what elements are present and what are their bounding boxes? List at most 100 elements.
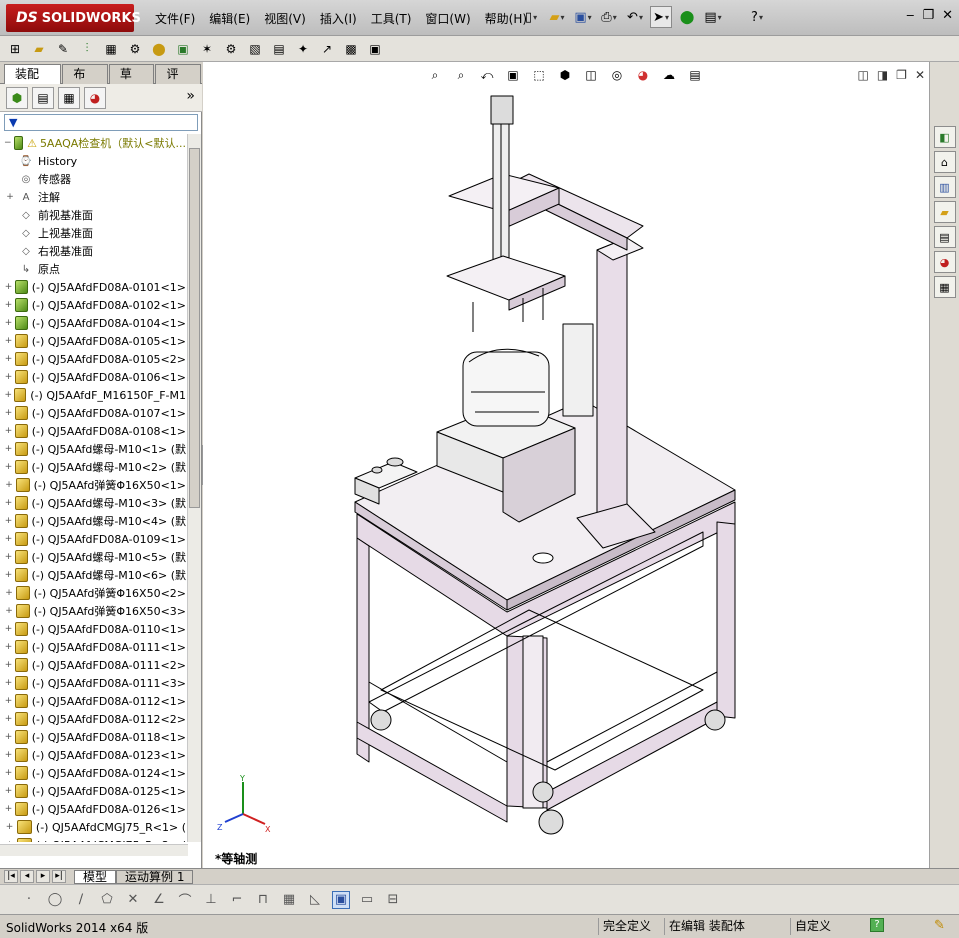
- smart-fasteners-icon[interactable]: ⚙: [126, 40, 144, 58]
- tree-item[interactable]: + (-) QJ5AAfdFD08A-0123<1>: [0, 746, 186, 764]
- tab-3[interactable]: 评估: [155, 64, 202, 99]
- status-units[interactable]: 自定义: [790, 918, 831, 935]
- home-icon[interactable]: ⌂: [933, 151, 956, 173]
- rebuild-icon[interactable]: ⬤: [676, 6, 698, 28]
- tree-vertical-scrollbar[interactable]: [187, 134, 201, 842]
- tree-item[interactable]: + (-) QJ5AAfdFD08A-0111<1>: [0, 638, 186, 656]
- bill-of-materials-icon[interactable]: ▤: [270, 40, 288, 58]
- tree-item[interactable]: + (-) QJ5AAfdFD08A-0102<1>: [0, 296, 186, 314]
- tree-item[interactable]: + (-) QJ5AAfd螺母-M10<2> (默: [0, 458, 186, 476]
- instant3d-icon[interactable]: ↗: [318, 40, 336, 58]
- tree-item[interactable]: + (-) QJ5AAfdCMGJ75_R<1> (: [0, 818, 186, 836]
- assembly-model[interactable]: [203, 62, 929, 868]
- tree-item[interactable]: ◇ 前视基准面: [0, 206, 186, 224]
- reference-geometry-icon[interactable]: ⚙: [222, 40, 240, 58]
- expand-toggle[interactable]: +: [4, 192, 16, 202]
- circle-icon[interactable]: ◯: [46, 891, 64, 909]
- tree-root[interactable]: − ⚠ 5AAQA检查机（默认<默认...: [0, 134, 186, 152]
- tree-item[interactable]: + A 注解: [0, 188, 186, 206]
- save-icon[interactable]: ▣: [572, 6, 594, 28]
- expand-toggle[interactable]: +: [4, 534, 13, 544]
- expand-toggle[interactable]: +: [4, 408, 13, 418]
- tree-filter-input[interactable]: ▼: [4, 114, 198, 131]
- prev-tab-icon[interactable]: ◂: [20, 870, 34, 883]
- corner-icon[interactable]: ⌐: [228, 891, 246, 909]
- expand-toggle[interactable]: +: [4, 840, 15, 842]
- pattern-icon[interactable]: ▦: [102, 40, 120, 58]
- restore-icon[interactable]: ❐: [922, 8, 934, 23]
- tree-item[interactable]: + (-) QJ5AAfd螺母-M10<6> (默: [0, 566, 186, 584]
- expand-toggle[interactable]: +: [4, 804, 13, 814]
- two-view-icon[interactable]: ⊟: [384, 891, 402, 909]
- first-tab-icon[interactable]: |◂: [4, 870, 18, 883]
- shaded-view-icon[interactable]: ▣: [332, 890, 350, 909]
- edit-pencil-icon[interactable]: ✎: [934, 918, 945, 933]
- new-document-icon[interactable]: ▯: [520, 6, 542, 28]
- tree-item[interactable]: ◎ 传感器: [0, 170, 186, 188]
- tree-item[interactable]: + (-) QJ5AAfdFD08A-0126<1>: [0, 800, 186, 818]
- tree-item[interactable]: + (-) QJ5AAfd弹簧Φ16X50<2>: [0, 584, 186, 602]
- tree-item[interactable]: + (-) QJ5AAfdFD08A-0106<1>: [0, 368, 186, 386]
- expand-toggle[interactable]: +: [4, 714, 13, 724]
- expand-toggle[interactable]: +: [4, 588, 14, 598]
- show-hidden-icon[interactable]: ▣: [174, 40, 192, 58]
- expand-toggle[interactable]: +: [4, 822, 15, 832]
- exploded-view-icon[interactable]: ✦: [294, 40, 312, 58]
- tree-item[interactable]: ◇ 上视基准面: [0, 224, 186, 242]
- tab-motion-study[interactable]: 运动算例 1: [116, 870, 194, 884]
- tree-item[interactable]: + (-) QJ5AAfdFD08A-0111<3>: [0, 674, 186, 692]
- open-folder-icon[interactable]: ▰: [546, 6, 568, 28]
- tree-item[interactable]: + (-) QJ5AAfdFD08A-0105<1>: [0, 332, 186, 350]
- expand-toggle[interactable]: +: [4, 678, 13, 688]
- expand-toggle[interactable]: +: [4, 786, 13, 796]
- tree-item[interactable]: + (-) QJ5AAfd螺母-M10<4> (默: [0, 512, 186, 530]
- tree-item[interactable]: + (-) QJ5AAfdCMGJ75_R<2> (: [0, 836, 186, 842]
- angle-icon[interactable]: ∠: [150, 891, 168, 909]
- tree-item[interactable]: + (-) QJ5AAfdFD08A-0104<1>: [0, 314, 186, 332]
- print-icon[interactable]: ⎙: [598, 6, 620, 28]
- tree-item[interactable]: + (-) QJ5AAfdF_M16150F_F-M1: [0, 386, 186, 404]
- tree-item[interactable]: + (-) QJ5AAfdFD08A-0112<2>: [0, 710, 186, 728]
- configuration-manager-icon[interactable]: ▦: [58, 86, 80, 109]
- new-part-icon[interactable]: ▰: [30, 40, 48, 58]
- display-manager-icon[interactable]: ◕: [84, 86, 106, 109]
- undo-icon[interactable]: ↶: [624, 6, 646, 28]
- expand-toggle[interactable]: +: [4, 570, 13, 580]
- tab-model[interactable]: 模型: [74, 870, 117, 884]
- expand-toggle[interactable]: +: [4, 516, 13, 526]
- next-tab-icon[interactable]: ▸: [36, 870, 50, 883]
- close-icon[interactable]: ✕: [942, 8, 953, 23]
- tree-item[interactable]: + (-) QJ5AAfdFD08A-0110<1>: [0, 620, 186, 638]
- feature-manager-icon[interactable]: ⬢: [6, 86, 28, 109]
- tree-item[interactable]: + (-) QJ5AAfd弹簧Φ16X50<3>: [0, 602, 186, 620]
- tree-item[interactable]: + (-) QJ5AAfdFD08A-0108<1>: [0, 422, 186, 440]
- tree-item[interactable]: + (-) QJ5AAfd螺母-M10<5> (默: [0, 548, 186, 566]
- solidworks-logo[interactable]: DS SOLIDWORKS: [6, 4, 141, 32]
- snapshot-icon[interactable]: ▣: [366, 40, 384, 58]
- tree-item[interactable]: + (-) QJ5AAfdFD08A-0112<1>: [0, 692, 186, 710]
- menu-item[interactable]: 插入(I): [313, 10, 364, 27]
- mate-icon[interactable]: ⫶: [78, 40, 96, 58]
- tree-item[interactable]: + (-) QJ5AAfdFD08A-0105<2>: [0, 350, 186, 368]
- filter-icon[interactable]: ▼: [9, 116, 17, 129]
- expand-toggle[interactable]: +: [4, 606, 14, 616]
- tangent-icon[interactable]: ⌒: [176, 891, 194, 909]
- menu-item[interactable]: 编辑(E): [202, 10, 257, 27]
- move-component-icon[interactable]: ⬤: [150, 40, 168, 58]
- expand-toggle[interactable]: +: [4, 552, 13, 562]
- menu-item[interactable]: 窗口(W): [418, 10, 477, 27]
- expand-toggle[interactable]: +: [4, 354, 13, 364]
- file-explorer-icon[interactable]: ▰: [933, 201, 956, 223]
- speedpak-icon[interactable]: ▩: [342, 40, 360, 58]
- tree-item[interactable]: ⌚ History: [0, 152, 186, 170]
- custom-properties-icon[interactable]: ▦: [933, 276, 956, 298]
- expand-toggle[interactable]: +: [4, 732, 13, 742]
- dimension-icon[interactable]: ⊓: [254, 891, 272, 909]
- design-library-icon[interactable]: ▥: [933, 176, 956, 198]
- polygon-icon[interactable]: ⬠: [98, 891, 116, 909]
- help-icon[interactable]: ?: [746, 6, 768, 28]
- last-tab-icon[interactable]: ▸|: [52, 870, 66, 883]
- quick-help-icon[interactable]: ?: [870, 918, 884, 932]
- expand-toggle[interactable]: +: [4, 390, 12, 400]
- menu-item[interactable]: 文件(F): [148, 10, 202, 27]
